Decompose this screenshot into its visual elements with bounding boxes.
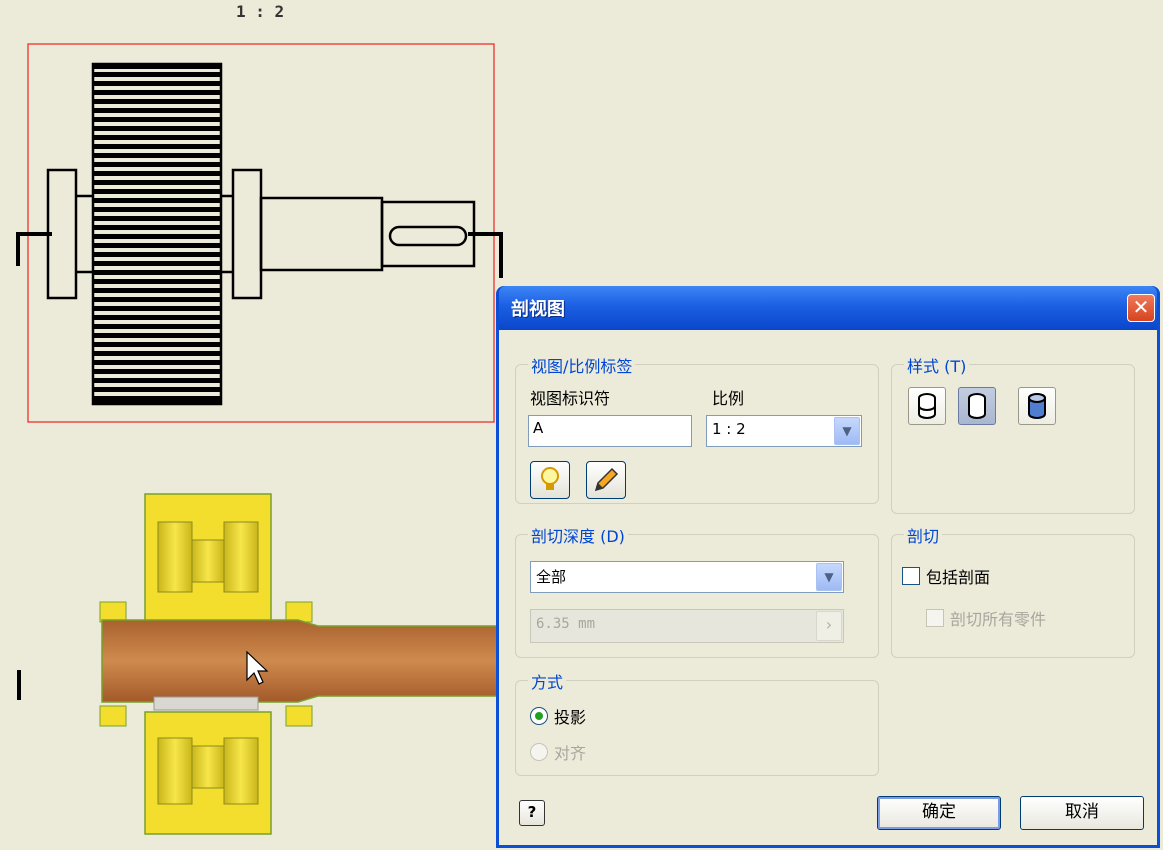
chevron-right-icon: ›: [816, 611, 842, 641]
include-slice-checkbox[interactable]: [902, 567, 920, 585]
style-legend: 样式 (T): [904, 353, 970, 377]
method-legend: 方式: [528, 669, 567, 693]
scale-label: 比例: [712, 389, 745, 408]
slice-all-parts-label: 剖切所有零件: [950, 610, 1047, 629]
help-icon: ?: [527, 803, 537, 821]
depth-combo-value: 全部: [536, 568, 567, 586]
aligned-radio: [530, 743, 548, 761]
method-group: 方式 投影 对齐: [515, 669, 879, 776]
depth-combo[interactable]: 全部 ▼: [530, 561, 844, 593]
section-view-dialog: 剖视图 ✕ 视图/比例标签 视图标识符 比例 A 1 : 2 ▼ 样式 (T) …: [496, 286, 1160, 848]
close-icon: ✕: [1132, 295, 1150, 319]
style-no-hidden-lines-button[interactable]: [958, 387, 996, 425]
edit-label-button[interactable]: [586, 461, 626, 499]
view-scale-legend: 视图/比例标签: [528, 353, 636, 377]
cut-depth-legend: 剖切深度 (D): [528, 523, 628, 547]
cylinder-outline-icon: [968, 393, 986, 419]
dialog-titlebar[interactable]: 剖视图 ✕: [499, 286, 1157, 330]
slice-all-parts-checkbox: [926, 609, 944, 627]
scale-combo-value: 1 : 2: [712, 420, 746, 438]
close-button[interactable]: ✕: [1127, 294, 1155, 322]
view-scale-group: 视图/比例标签 视图标识符 比例 A 1 : 2 ▼: [515, 353, 879, 504]
scale-combo[interactable]: 1 : 2 ▼: [706, 415, 862, 447]
aligned-label: 对齐: [554, 744, 587, 763]
cylinder-hidden-lines-icon: [918, 393, 936, 419]
style-group: 样式 (T): [891, 353, 1135, 514]
view-scale-label: 1 : 2: [236, 2, 285, 21]
cancel-button[interactable]: 取消: [1020, 796, 1144, 830]
base-view[interactable]: [16, 43, 503, 423]
distance-value: 6.35 mm: [536, 616, 596, 632]
dialog-title: 剖视图: [511, 299, 565, 320]
lightbulb-icon: [541, 467, 559, 490]
cut-legend: 剖切: [904, 523, 943, 547]
help-button[interactable]: ?: [519, 800, 545, 826]
toggle-label-visibility-button[interactable]: [530, 461, 570, 499]
cylinder-shaded-icon: [1028, 393, 1046, 419]
gear-shaft-drawing: [16, 62, 503, 406]
ok-button[interactable]: 确定: [877, 796, 1001, 830]
identifier-input[interactable]: A: [528, 415, 692, 447]
cut-depth-group: 剖切深度 (D) 全部 ▼ 6.35 mm ›: [515, 523, 879, 658]
include-slice-label[interactable]: 包括剖面: [926, 564, 990, 588]
style-hidden-lines-button[interactable]: [908, 387, 946, 425]
pencil-icon: [594, 467, 619, 492]
section-view[interactable]: [17, 493, 501, 835]
projected-label[interactable]: 投影: [554, 704, 586, 728]
style-shaded-button[interactable]: [1018, 387, 1056, 425]
projected-radio[interactable]: [530, 707, 548, 725]
identifier-label: 视图标识符: [530, 389, 611, 408]
chevron-down-icon[interactable]: ▼: [834, 417, 860, 445]
distance-input: 6.35 mm ›: [530, 609, 844, 643]
chevron-down-icon[interactable]: ▼: [816, 563, 842, 591]
cut-group: 剖切 包括剖面 剖切所有零件: [891, 523, 1135, 658]
dialog-client: 视图/比例标签 视图标识符 比例 A 1 : 2 ▼ 样式 (T) 剖切深度 (…: [499, 330, 1157, 845]
